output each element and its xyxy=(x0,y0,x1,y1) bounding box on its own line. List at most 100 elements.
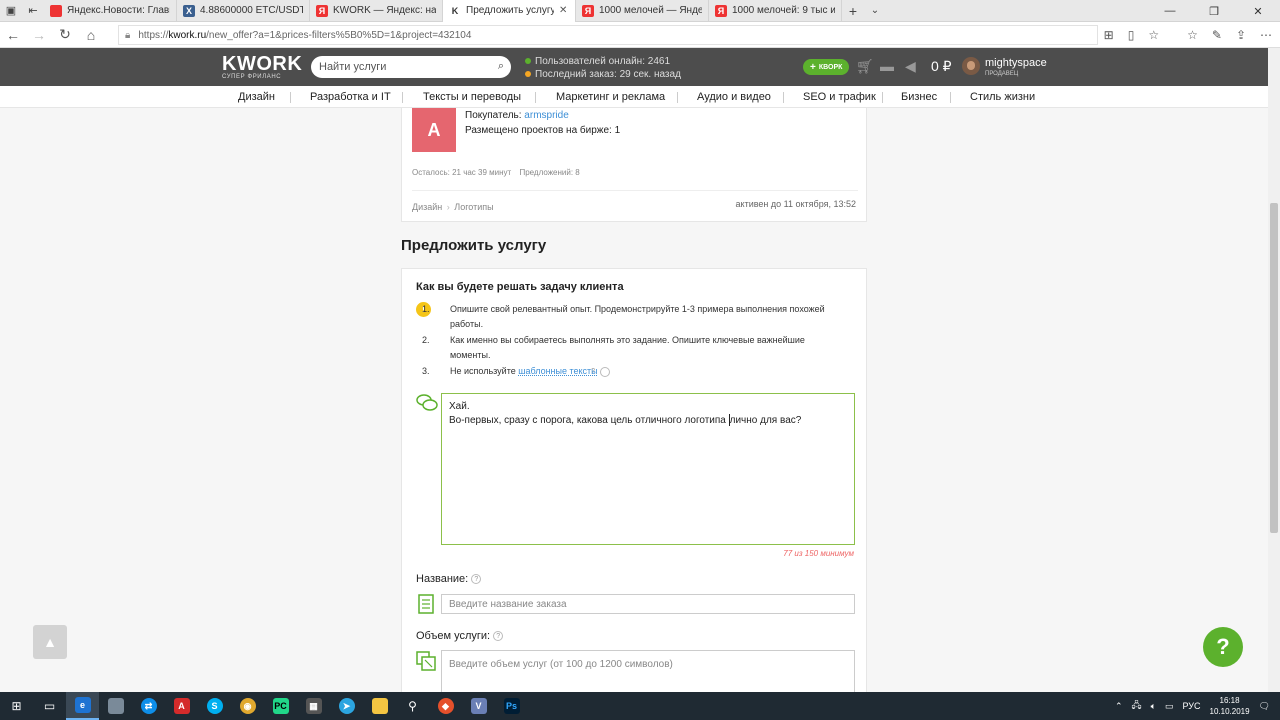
category-business[interactable]: Бизнес xyxy=(901,86,937,108)
vim-icon[interactable]: V xyxy=(462,692,495,720)
username[interactable]: mightyspace xyxy=(985,58,1047,69)
tip-text: Не используйте xyxy=(450,366,519,376)
favorite-star-icon[interactable]: ☆ xyxy=(1148,28,1159,42)
calculator-icon[interactable]: ▦ xyxy=(297,692,330,720)
how-title: Как вы будете решать задачу клиента xyxy=(416,281,624,293)
browser-tab[interactable]: Я 1000 мелочей — Яндекс: н xyxy=(576,0,709,22)
usb-icon[interactable]: ⚲ xyxy=(396,692,429,720)
windows-taskbar: ⊞ ▭ e ⇄ A S ◉ PC ▦ ➤ ⚲ ◆ V Ps ⌃ 🖧︎ 🔈︎ ▭ … xyxy=(0,692,1280,720)
balance[interactable]: 0 ₽ xyxy=(931,58,952,75)
share-icon[interactable]: ⇪ xyxy=(1236,28,1246,42)
skype-icon[interactable]: S xyxy=(198,692,231,720)
back-icon[interactable]: ← xyxy=(0,22,26,48)
notifications-icon[interactable]: ◀ xyxy=(905,58,916,75)
favorites-hub-icon[interactable]: ☆ xyxy=(1187,28,1198,42)
help-question-icon[interactable]: ? xyxy=(493,631,504,642)
browser-tab-active[interactable]: K Предложить услугу - K ✕ xyxy=(443,0,576,22)
restore-icon[interactable]: ❐ xyxy=(1192,0,1236,22)
kwork-logo[interactable]: KWORK xyxy=(222,54,302,74)
more-icon[interactable]: ⋯ xyxy=(1260,28,1272,42)
browser-tab[interactable]: Я 1000 мелочей: 9 тыс изобр xyxy=(709,0,842,22)
network-icon[interactable]: 🖧︎ xyxy=(1132,698,1142,714)
help-question-icon[interactable]: ? xyxy=(591,366,611,377)
create-kwork-button[interactable]: + КВОРК xyxy=(803,59,850,75)
category-lifestyle[interactable]: Стиль жизни xyxy=(970,86,1035,108)
logo-tagline: СУПЕР ФРИЛАНС xyxy=(222,74,282,80)
battery-icon[interactable]: ▭ xyxy=(1165,701,1174,712)
buyer-avatar: A xyxy=(412,108,456,152)
category-dev-it[interactable]: Разработка и IT xyxy=(310,86,391,108)
browser-tab[interactable]: Яндекс.Новости: Главные н xyxy=(44,0,177,22)
search-input[interactable]: Найти услуги ⌕ xyxy=(311,56,511,78)
input-language[interactable]: РУС xyxy=(1182,701,1200,711)
action-center-icon[interactable]: 🗨︎ xyxy=(1259,701,1270,712)
app-icon[interactable]: ◆ xyxy=(429,692,462,720)
tab-back-icon[interactable]: ⇤ xyxy=(22,0,44,22)
exchange-favicon-icon: X xyxy=(183,4,195,17)
refresh-icon[interactable]: ↻ xyxy=(52,22,78,48)
divider xyxy=(950,92,951,103)
task-view-icon[interactable]: ▭ xyxy=(33,692,66,720)
scroll-top-button[interactable]: ▲ xyxy=(33,625,67,659)
crumb-design[interactable]: Дизайн xyxy=(412,202,442,212)
telegram-icon[interactable]: ➤ xyxy=(330,692,363,720)
volume-icon[interactable]: 🔈︎ xyxy=(1151,701,1156,712)
tab-list-chevron-icon[interactable]: ⌄ xyxy=(864,5,886,16)
address-bar-tools: ⊞ ▯ ☆ ☆ ✎ ⇪ ⋯ xyxy=(1104,22,1272,48)
acrobat-icon[interactable]: A xyxy=(165,692,198,720)
category-seo[interactable]: SEO и трафик xyxy=(803,86,876,108)
clock-time: 16:18 xyxy=(1219,696,1240,705)
url-prefix: https:// xyxy=(138,29,169,41)
tab-title: KWORK — Яндекс: нашлось xyxy=(333,5,436,16)
url-field[interactable]: 🔒︎ https://kwork.ru/new_offer?a=1&prices… xyxy=(118,25,1098,45)
template-texts-link[interactable]: шаблонные тексты xyxy=(518,366,597,376)
close-window-icon[interactable]: ✕ xyxy=(1236,0,1280,22)
browser-tab[interactable]: Я KWORK — Яндекс: нашлось xyxy=(310,0,443,22)
message-text: Во-первых, сразу с порога, какова цель о… xyxy=(449,415,729,426)
teamviewer-icon[interactable]: ⇄ xyxy=(132,692,165,720)
forward-icon[interactable]: → xyxy=(26,22,52,48)
category-marketing[interactable]: Маркетинг и реклама xyxy=(556,86,665,108)
pen-icon[interactable]: ✎ xyxy=(1212,28,1222,42)
new-tab-icon[interactable]: + xyxy=(842,3,864,19)
windows-start-icon[interactable]: ⊞ xyxy=(0,692,33,720)
tab-title: 1000 мелочей — Яндекс: н xyxy=(599,5,702,16)
crumb-logos[interactable]: Логотипы xyxy=(454,202,493,212)
messages-icon[interactable]: ▬ xyxy=(880,58,894,74)
order-name-input[interactable]: Введите название заказа xyxy=(441,594,855,614)
yandex-favicon-icon: Я xyxy=(582,4,594,17)
browser-tab[interactable]: X 4.88600000 ETC/USDT Mark xyxy=(177,0,310,22)
home-icon[interactable]: ⌂ xyxy=(78,22,104,48)
reading-view-icon[interactable]: ▯ xyxy=(1128,28,1135,42)
volume-label: Объем услуги: ? xyxy=(416,630,504,642)
page-scrollbar[interactable] xyxy=(1268,48,1280,692)
clock[interactable]: 16:18 10.10.2019 xyxy=(1210,695,1250,717)
chrome-icon[interactable]: ◉ xyxy=(231,692,264,720)
message-text: лично для вас? xyxy=(729,415,802,426)
buyer-link[interactable]: armspride xyxy=(524,110,568,121)
scrollbar-thumb[interactable] xyxy=(1270,203,1278,533)
photoshop-icon[interactable]: Ps xyxy=(495,692,528,720)
last-order: Последний заказ: 29 сек. назад xyxy=(535,69,681,80)
time-left: Осталось: 21 час 39 минут xyxy=(412,168,512,177)
divider xyxy=(677,92,678,103)
help-question-icon[interactable]: ? xyxy=(471,574,482,585)
search-icon[interactable]: ⌕ xyxy=(498,60,504,73)
edge-browser-icon[interactable]: e xyxy=(66,692,99,720)
extensions-icon[interactable]: ⊞ xyxy=(1104,28,1114,42)
close-tab-icon[interactable]: ✕ xyxy=(559,5,569,16)
folder-icon[interactable] xyxy=(363,692,396,720)
help-button[interactable]: ? xyxy=(1203,627,1243,667)
file-manager-icon[interactable] xyxy=(99,692,132,720)
category-audio-video[interactable]: Аудио и видео xyxy=(697,86,771,108)
pycharm-icon[interactable]: PC xyxy=(264,692,297,720)
minimize-icon[interactable]: — xyxy=(1148,0,1192,22)
cart-icon[interactable]: 🛒︎ xyxy=(856,58,874,75)
offer-message-textarea[interactable]: Хай. Во-первых, сразу с порога, какова ц… xyxy=(441,393,855,545)
avatar[interactable] xyxy=(962,57,980,75)
tab-preview-icon[interactable]: ▣ xyxy=(0,0,22,22)
category-design[interactable]: Дизайн xyxy=(238,86,275,108)
category-texts[interactable]: Тексты и переводы xyxy=(423,86,521,108)
tray-chevron-icon[interactable]: ⌃ xyxy=(1115,701,1123,712)
name-label: Название: ? xyxy=(416,573,482,585)
